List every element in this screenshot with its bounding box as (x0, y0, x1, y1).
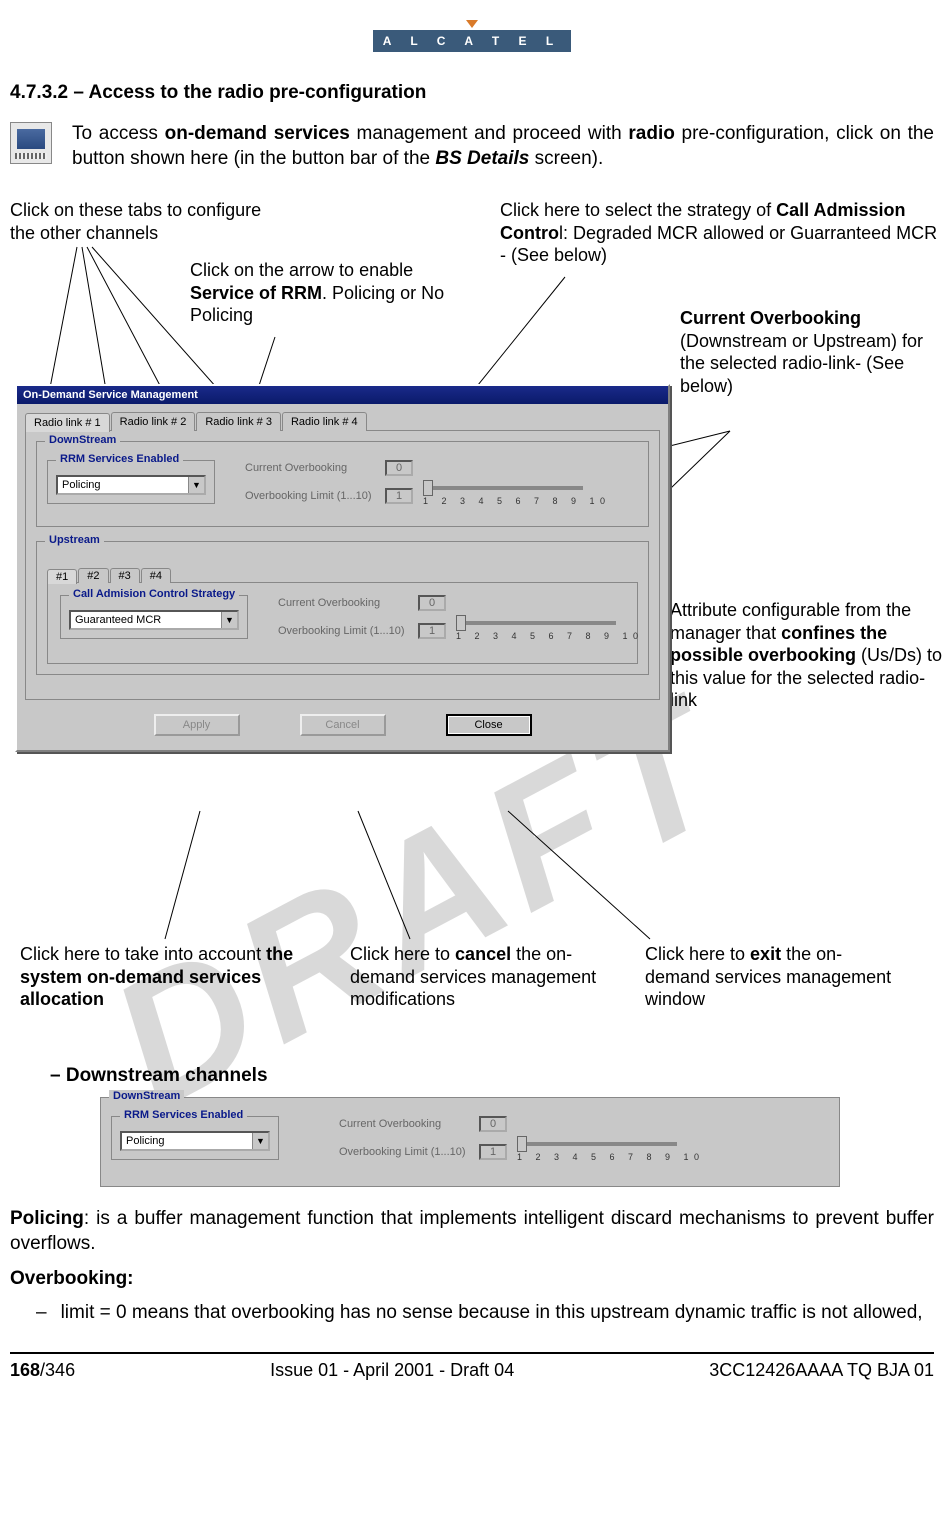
us-overbooking-limit-label: Overbooking Limit (1...10) (278, 625, 418, 637)
downstream-channels-heading: – Downstream channels (50, 1065, 934, 1087)
us-overbooking-limit-value: 1 (418, 623, 446, 639)
ds2-overbooking-slider[interactable]: 1 2 3 4 5 6 7 8 9 10 (517, 1142, 705, 1162)
rrm-services-group: RRM Services Enabled Policing ▼ (47, 460, 215, 504)
overbooking-bullet-1: – limit = 0 means that overbooking has n… (36, 1301, 934, 1326)
cac-strategy-group: Call Admision Control Strategy Guarantee… (60, 595, 248, 639)
upstream-subtabs: #1 #2 #3 #4 (47, 568, 638, 583)
rrm-dropdown-2[interactable]: Policing ▼ (120, 1131, 270, 1151)
radio-link-tabs: Radio link # 1 Radio link # 2 Radio link… (25, 412, 660, 431)
subtab-1[interactable]: #1 (47, 569, 77, 584)
downstream-label: DownStream (45, 434, 120, 446)
section-heading: 4.7.3.2 – Access to the radio pre-config… (10, 82, 934, 104)
us-current-overbooking-value: 0 (418, 595, 446, 611)
chevron-down-icon[interactable]: ▼ (252, 1133, 268, 1149)
tab-radio-link-2[interactable]: Radio link # 2 (111, 412, 196, 431)
policing-paragraph: Policing: is a buffer management functio… (10, 1207, 934, 1256)
rrm-label-2: RRM Services Enabled (120, 1109, 247, 1121)
callout-current-overbooking: Current Overbooking (Downstream or Upstr… (680, 307, 940, 397)
cac-label: Call Admision Control Strategy (69, 588, 239, 600)
apply-button[interactable]: Apply (154, 714, 240, 736)
ds-overbooking-limit-value: 1 (385, 488, 413, 504)
slider-ticks: 1 2 3 4 5 6 7 8 9 10 (517, 1152, 705, 1162)
subtab-2[interactable]: #2 (78, 568, 108, 583)
chevron-down-icon[interactable]: ▼ (188, 477, 204, 493)
downstream-label-2: DownStream (109, 1090, 184, 1102)
footer-issue: Issue 01 - April 2001 - Draft 04 (270, 1360, 514, 1381)
ds2-overbooking-limit-label: Overbooking Limit (1...10) (339, 1146, 479, 1158)
downstream-group: DownStream RRM Services Enabled Policing… (36, 441, 649, 527)
close-button[interactable]: Close (446, 714, 532, 736)
callout-cancel: Click here to cancel the on-demand servi… (350, 943, 620, 1011)
callout-cac: Click here to select the strategy of Cal… (500, 199, 940, 267)
overbooking-heading: Overbooking: (10, 1267, 934, 1292)
tab-radio-link-3[interactable]: Radio link # 3 (196, 412, 281, 431)
callout-close: Click here to exit the on-demand service… (645, 943, 905, 1011)
callout-rrm-arrow: Click on the arrow to enable Service of … (190, 259, 460, 327)
footer-docref: 3CC12426AAAA TQ BJA 01 (709, 1360, 934, 1381)
us-overbooking-slider[interactable]: 1 2 3 4 5 6 7 8 9 10 (456, 621, 644, 641)
window-titlebar: On-Demand Service Management (17, 386, 668, 404)
chevron-down-icon[interactable]: ▼ (221, 612, 237, 628)
rrm-label: RRM Services Enabled (56, 453, 183, 465)
ds2-current-overbooking-label: Current Overbooking (339, 1118, 479, 1130)
callout-overbooking-limit: Attribute configurable from the manager … (670, 599, 944, 712)
on-demand-service-window: On-Demand Service Management Radio link … (15, 384, 670, 752)
rrm-dropdown[interactable]: Policing ▼ (56, 475, 206, 495)
ds-current-overbooking-value: 0 (385, 460, 413, 476)
subtab-4[interactable]: #4 (141, 568, 171, 583)
brand-logo: A L C A T E L (10, 20, 934, 52)
tab-radio-link-1[interactable]: Radio link # 1 (25, 413, 110, 432)
ds2-overbooking-limit-value: 1 (479, 1144, 507, 1160)
page-number: 168 (10, 1360, 40, 1380)
page-total: /346 (40, 1360, 75, 1380)
ds-current-overbooking-label: Current Overbooking (245, 462, 385, 474)
us-current-overbooking-label: Current Overbooking (278, 597, 418, 609)
page-footer: 168/346 Issue 01 - April 2001 - Draft 04… (10, 1352, 934, 1381)
cac-dropdown-value: Guaranteed MCR (71, 614, 221, 626)
upstream-group: Upstream #1 #2 #3 #4 Call Admision Contr… (36, 541, 649, 675)
subtab-3[interactable]: #3 (110, 568, 140, 583)
slider-ticks: 1 2 3 4 5 6 7 8 9 10 (423, 496, 611, 506)
upstream-label: Upstream (45, 534, 104, 546)
ds-overbooking-slider[interactable]: 1 2 3 4 5 6 7 8 9 10 (423, 486, 611, 506)
cancel-button[interactable]: Cancel (300, 714, 386, 736)
rrm-dropdown-value-2: Policing (122, 1135, 252, 1147)
slider-ticks: 1 2 3 4 5 6 7 8 9 10 (456, 631, 644, 641)
ds-overbooking-limit-label: Overbooking Limit (1...10) (245, 490, 385, 502)
callout-apply: Click here to take into account the syst… (20, 943, 320, 1011)
intro-paragraph: To access on-demand services management … (72, 122, 934, 171)
toolbar-button-icon (10, 122, 52, 164)
downstream-detail-box: DownStream RRM Services Enabled Policing… (100, 1097, 840, 1187)
callout-tabs: Click on these tabs to configure the oth… (10, 199, 290, 244)
rrm-dropdown-value: Policing (58, 479, 188, 491)
tab-radio-link-4[interactable]: Radio link # 4 (282, 412, 367, 431)
cac-dropdown[interactable]: Guaranteed MCR ▼ (69, 610, 239, 630)
ds2-current-overbooking-value: 0 (479, 1116, 507, 1132)
rrm-services-group-2: RRM Services Enabled Policing ▼ (111, 1116, 279, 1160)
